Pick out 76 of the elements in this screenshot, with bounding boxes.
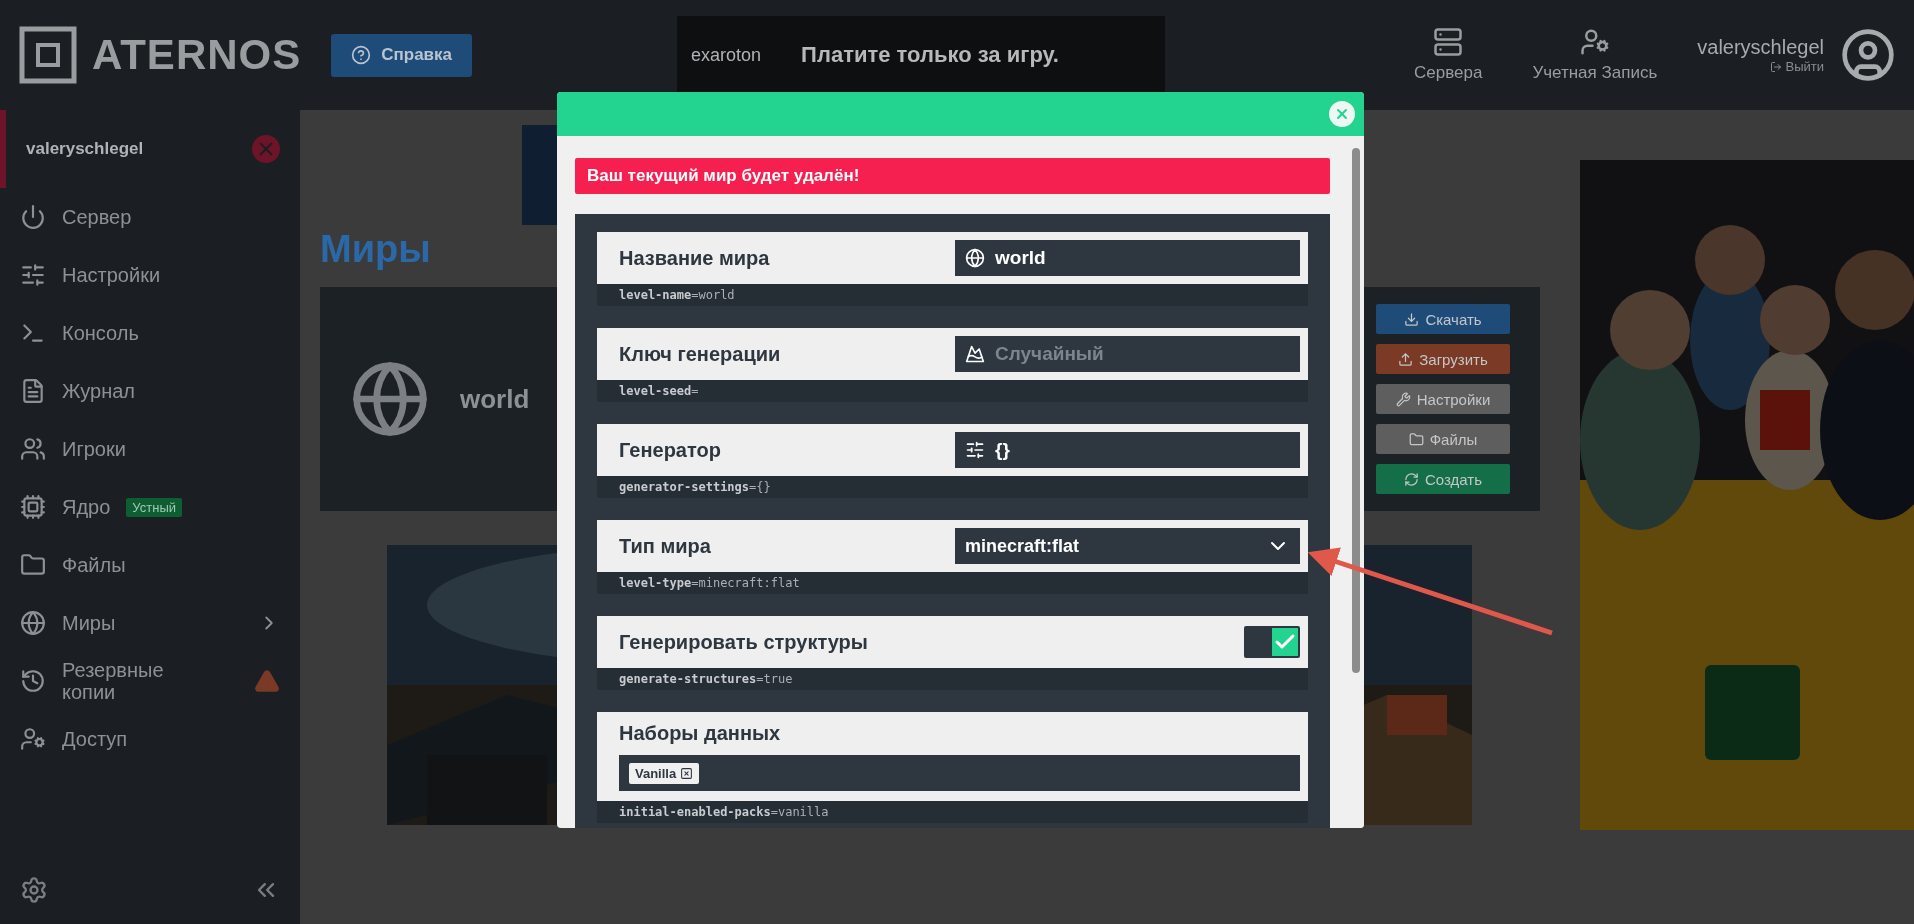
close-icon <box>1334 106 1350 122</box>
wrench-icon <box>1395 391 1411 407</box>
sidebar-item[interactable]: Консоль <box>0 304 300 362</box>
mountain-icon <box>965 344 985 364</box>
nav-link[interactable]: Сервера <box>1414 27 1483 83</box>
property-code: initial-enabled-packs=vanilla <box>597 801 1308 823</box>
logo-icon <box>18 25 78 85</box>
action-button[interactable]: Настройки <box>1376 384 1510 414</box>
property-code: level-name=world <box>597 284 1308 306</box>
property-code: level-seed= <box>597 380 1308 402</box>
setting-label: Тип мира <box>619 534 711 558</box>
globe-icon <box>965 248 985 268</box>
ad-banner[interactable]: exaroton Платите только за игру. <box>677 16 1166 94</box>
settings-icon[interactable] <box>20 876 48 904</box>
user-name: valeryschlegel <box>1697 36 1824 59</box>
sidebar-item[interactable]: Файлы <box>0 536 300 594</box>
menu-icon <box>20 262 46 288</box>
action-button[interactable]: Создать <box>1376 464 1510 494</box>
menu-icon <box>20 378 46 404</box>
setting-label: Генератор <box>619 438 721 462</box>
action-button[interactable]: Скачать <box>1376 304 1510 334</box>
page-title: Миры <box>320 228 431 271</box>
setting-label: Генерировать структуры <box>619 630 868 654</box>
toggle-switch[interactable] <box>1244 626 1300 658</box>
server-name: valeryschlegel <box>26 139 144 159</box>
property-code: level-type=minecraft:flat <box>597 572 1308 594</box>
help-button[interactable]: Справка <box>331 33 473 77</box>
menu-icon <box>20 494 46 520</box>
setting-label: Наборы данных <box>619 722 782 745</box>
upload-icon <box>1398 351 1414 367</box>
sidebar-item[interactable]: Миры <box>0 594 300 652</box>
logout-link[interactable]: Выйти <box>1769 59 1824 74</box>
menu-icon <box>20 204 46 230</box>
setting-label: Название мира <box>619 246 770 270</box>
action-button[interactable]: Файлы <box>1376 424 1510 454</box>
text-field[interactable]: Случайный <box>955 336 1300 372</box>
warning-alert: Ваш текущий мир будет удалён! <box>575 158 1330 194</box>
menu-icon <box>20 610 46 636</box>
sidebar-item[interactable]: Игроки <box>0 420 300 478</box>
menu-icon <box>20 552 46 578</box>
menu-icon <box>20 436 46 462</box>
action-button[interactable]: Загрузить <box>1376 344 1510 374</box>
setting-label: Ключ генерации <box>619 342 781 366</box>
property-code: generate-structures=true <box>597 668 1308 690</box>
logout-icon <box>1769 60 1782 73</box>
sidebar-item[interactable]: Ядро Устный <box>0 478 300 536</box>
menu-icon <box>20 668 46 694</box>
folder-icon <box>1408 431 1424 447</box>
refresh-icon <box>1404 471 1419 487</box>
scrollbar[interactable] <box>1352 148 1360 673</box>
tags-field[interactable]: Vanilla <box>619 755 1300 791</box>
text-field[interactable]: {} <box>955 432 1300 468</box>
dropdown[interactable]: minecraft:flat <box>955 528 1300 564</box>
text-field[interactable]: world <box>955 240 1300 276</box>
sidebar-item[interactable]: Журнал <box>0 362 300 420</box>
help-icon <box>351 45 372 65</box>
property-code: generator-settings={} <box>597 476 1308 498</box>
download-icon <box>1404 311 1420 327</box>
sidebar-item[interactable]: Сервер <box>0 188 300 246</box>
user-gear-icon <box>1579 27 1610 57</box>
remove-icon[interactable] <box>680 766 694 780</box>
ad-headline: Платите только за игру. <box>801 42 1059 68</box>
nav-link[interactable]: Учетная Запись <box>1532 27 1658 83</box>
menu-icon <box>20 726 46 752</box>
sliders-icon <box>965 440 985 460</box>
ad-brand: exaroton <box>691 44 762 66</box>
tag-chip[interactable]: Vanilla <box>629 762 700 784</box>
sidebar-item[interactable]: Настройки <box>0 246 300 304</box>
sidebar-item[interactable]: Доступ <box>0 710 300 768</box>
globe-icon <box>350 359 430 439</box>
world-name: world <box>460 383 530 415</box>
sidebar-item[interactable]: Резервные копии <box>0 652 300 710</box>
logo-text: ATERNOS <box>92 31 302 79</box>
avatar-icon[interactable] <box>1840 27 1896 83</box>
server-icon <box>1433 27 1464 57</box>
status-badge: Устный <box>126 497 182 517</box>
